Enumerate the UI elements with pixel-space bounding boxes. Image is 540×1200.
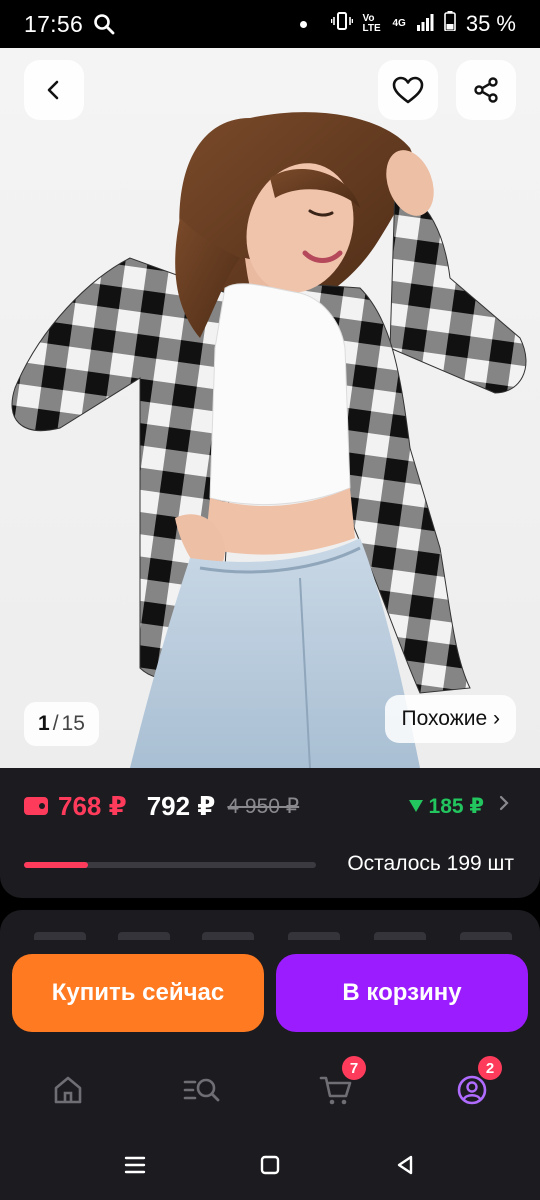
wallet-price: 768 ₽ — [58, 790, 127, 821]
image-counter-current: 1 — [38, 712, 50, 735]
volte-label: Vo LTE — [362, 13, 381, 34]
profile-badge: 2 — [478, 1056, 502, 1080]
option-chip — [202, 932, 254, 940]
saving-amount: 185 ₽ — [428, 794, 484, 818]
home-system-button[interactable] — [253, 1148, 287, 1182]
buy-now-button[interactable]: Купить сейчас — [12, 954, 264, 1032]
image-counter-separator: / — [52, 712, 59, 735]
price-card: 768 ₽ 792 ₽ 4 950 ₽ 185 ₽ Осталось 199 ш… — [0, 768, 540, 898]
option-chip — [118, 932, 170, 940]
share-icon — [474, 77, 498, 103]
nav-home[interactable] — [38, 1060, 98, 1120]
status-time: 17:56 — [24, 10, 84, 37]
share-button[interactable] — [456, 60, 516, 120]
notification-dot-icon — [299, 20, 307, 28]
option-chip — [288, 932, 340, 940]
price-row[interactable]: 768 ₽ 792 ₽ 4 950 ₽ 185 ₽ — [24, 786, 510, 826]
add-to-cart-button[interactable]: В корзину — [276, 954, 528, 1032]
menu-lines-icon — [124, 1156, 146, 1174]
recent-apps-button[interactable] — [118, 1148, 152, 1182]
image-counter: 1 / 15 — [24, 702, 99, 746]
heart-icon — [392, 76, 424, 104]
system-nav-bar — [0, 1130, 540, 1200]
option-chip — [460, 932, 512, 940]
image-counter-total: 15 — [61, 712, 85, 735]
bottom-nav: 7 2 — [0, 1056, 540, 1120]
nav-catalog[interactable] — [172, 1060, 232, 1120]
stock-remaining: Осталось 199 шт — [347, 852, 514, 875]
stock-progress-fill — [24, 862, 89, 868]
chevron-left-icon — [47, 80, 59, 100]
similar-button[interactable]: Похожие › — [385, 695, 516, 743]
option-chip — [34, 932, 86, 940]
stock-progress — [24, 862, 316, 868]
price-drop: 185 ₽ — [408, 794, 484, 819]
cart-badge: 7 — [342, 1056, 366, 1080]
status-bar: 17:56 Vo LTE 4G 35 % — [0, 0, 540, 48]
option-chip — [374, 932, 426, 940]
down-triangle-icon — [408, 800, 423, 812]
search-icon — [93, 13, 115, 35]
current-price: 792 ₽ — [146, 790, 216, 821]
wallet-icon — [24, 797, 48, 815]
favorite-button[interactable] — [378, 60, 438, 120]
battery-icon — [444, 11, 456, 37]
battery-percent: 35 % — [465, 11, 516, 36]
network-type-label: 4G — [392, 18, 406, 29]
product-photo — [11, 112, 527, 768]
triangle-back-icon — [397, 1155, 413, 1175]
back-system-button[interactable] — [388, 1148, 422, 1182]
vibrate-icon — [330, 11, 353, 37]
catalog-search-icon — [183, 1078, 220, 1102]
signal-icon — [416, 11, 434, 37]
product-gallery[interactable]: 1 / 15 Похожие › — [0, 48, 540, 768]
nav-cart[interactable]: 7 — [306, 1056, 366, 1120]
chevron-right-icon[interactable] — [498, 794, 510, 818]
profile-icon — [457, 1075, 487, 1105]
square-icon — [260, 1155, 280, 1175]
old-price: 4 950 ₽ — [227, 794, 300, 818]
home-icon — [54, 1076, 82, 1104]
back-button[interactable] — [24, 60, 84, 120]
nav-profile[interactable]: 2 — [442, 1056, 502, 1120]
action-panel: Купить сейчас В корзину 7 2 — [0, 910, 540, 1130]
